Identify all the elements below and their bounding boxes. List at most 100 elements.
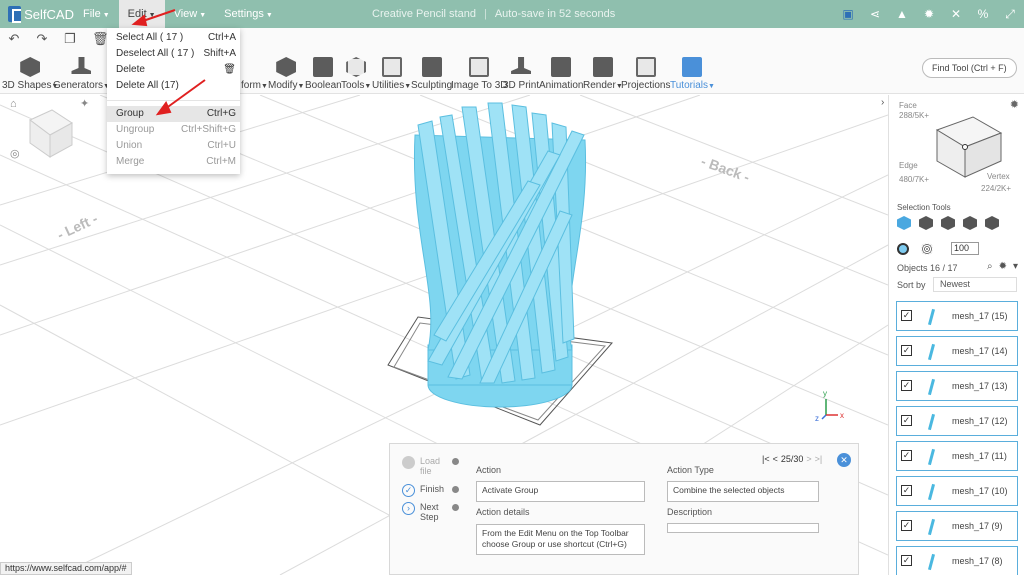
tool-animation[interactable]: Animation — [539, 50, 583, 94]
selection-mode-widget: Face 288/5K+ Edge 480/7K+ Vertex 224/2K+… — [881, 95, 1024, 207]
object-thumbnail — [927, 413, 936, 431]
tool-utilities[interactable]: Utilities▼ — [372, 50, 411, 94]
checkbox[interactable]: ✓ — [901, 450, 912, 461]
checkbox[interactable]: ✓ — [901, 485, 912, 496]
sort-select[interactable]: Newest — [933, 277, 1017, 292]
brush-size-input[interactable]: 100 — [951, 242, 979, 255]
info-icon[interactable] — [452, 486, 459, 493]
list-item[interactable]: ✓ mesh_17 (8) — [896, 546, 1018, 575]
list-item[interactable]: ✓ mesh_17 (14) — [896, 336, 1018, 366]
save-icon[interactable]: ▣ — [842, 7, 854, 21]
object-thumbnail — [927, 378, 936, 396]
select-edge-icon[interactable] — [941, 216, 955, 230]
axis-gizmo: y x z — [815, 389, 844, 423]
app-logo[interactable]: SelfCAD — [0, 6, 74, 23]
tool-projections[interactable]: Projections — [621, 50, 670, 94]
tool-tutorials[interactable]: Tutorials▼ — [670, 50, 715, 94]
search-icon[interactable]: ⌕ — [987, 261, 993, 272]
menu-item-group[interactable]: Group Ctrl+G — [107, 106, 240, 122]
selection-cube-icon[interactable] — [889, 95, 1024, 207]
chevron-down-icon[interactable]: ▾ — [1013, 261, 1018, 272]
bell-icon[interactable]: ▲ — [896, 7, 908, 21]
list-item[interactable]: ✓ mesh_17 (13) — [896, 371, 1018, 401]
object-thumbnail — [927, 308, 936, 326]
menu-view[interactable]: View ▼ — [165, 0, 216, 28]
menu-item-ungroup[interactable]: Ungroup Ctrl+Shift+G — [107, 122, 240, 138]
tool-3d-print[interactable]: 3D Print — [503, 50, 539, 94]
nav-cube[interactable] — [29, 109, 73, 158]
tool-render[interactable]: Render▼ — [583, 50, 623, 94]
tool-generators[interactable]: Generators▼ — [53, 50, 110, 94]
select-object-icon[interactable] — [897, 216, 911, 230]
checkbox[interactable]: ✓ — [901, 520, 912, 531]
share-icon[interactable]: ⋖ — [869, 7, 881, 21]
tool-3d-shapes[interactable]: 3D Shapes▼ — [2, 50, 58, 94]
info-icon[interactable] — [452, 458, 459, 465]
menu-item-delete[interactable]: Delete 🗑 — [107, 62, 240, 78]
list-item[interactable]: ✓ mesh_17 (10) — [896, 476, 1018, 506]
menu-settings[interactable]: Settings ▼ — [215, 0, 282, 28]
menu-item-deselect-all[interactable]: Deselect All ( 17 ) Shift+A — [107, 46, 240, 62]
select-face-icon[interactable] — [919, 216, 933, 230]
percent-icon[interactable]: % — [977, 7, 989, 21]
list-item[interactable]: ✓ mesh_17 (9) — [896, 511, 1018, 541]
close-tutorial-button[interactable]: ✕ — [837, 453, 851, 467]
brush-dots-icon[interactable] — [921, 242, 933, 255]
tool-modify[interactable]: Modify▼ — [268, 50, 304, 94]
tool-transform[interactable]: form▼ — [241, 50, 268, 94]
checkbox[interactable]: ✓ — [901, 555, 912, 566]
checkbox[interactable]: ✓ — [901, 345, 912, 356]
description-field — [667, 523, 819, 533]
brush-circle-icon[interactable] — [897, 242, 909, 255]
close-icon[interactable]: ✕ — [950, 7, 962, 21]
tool-boolean[interactable]: Boolean — [305, 50, 342, 94]
menu-item-merge[interactable]: Merge Ctrl+M — [107, 154, 240, 170]
project-title[interactable]: Creative Pencil stand — [372, 8, 476, 20]
menu-edit[interactable]: Edit ▼ — [118, 0, 165, 28]
info-icon[interactable] — [452, 504, 459, 511]
step-load-file[interactable]: Load file — [402, 456, 459, 476]
menu-file[interactable]: File ▼ — [74, 0, 119, 28]
menu-item-delete-all[interactable]: Delete All (17) — [107, 78, 240, 94]
tool-sculpting[interactable]: Sculpting — [411, 50, 452, 94]
tool-tools[interactable]: Tools▼ — [341, 50, 371, 94]
chevron-right-icon: › — [402, 502, 415, 515]
first-page-icon[interactable]: |< — [762, 454, 770, 464]
list-item[interactable]: ✓ mesh_17 (11) — [896, 441, 1018, 471]
gear-icon[interactable]: ✹ — [923, 7, 935, 21]
undo-icon[interactable]: ↶ — [8, 31, 20, 47]
settings-icon[interactable]: ✹ — [1010, 98, 1019, 111]
find-tool-input[interactable]: Find Tool (Ctrl + F) — [922, 58, 1017, 78]
menu-divider — [107, 100, 240, 101]
menu-item-union[interactable]: Union Ctrl+U — [107, 138, 240, 154]
tool-image-to-3d[interactable]: Image To 3D — [451, 50, 508, 94]
home-icon[interactable]: ⌂ — [10, 98, 17, 110]
checkbox[interactable]: ✓ — [901, 310, 912, 321]
last-page-icon[interactable]: >| — [815, 454, 823, 464]
list-item[interactable]: ✓ mesh_17 (15) — [896, 301, 1018, 331]
prev-page-icon[interactable]: < — [773, 454, 778, 464]
brush-row: 100 — [897, 242, 979, 255]
trash-icon[interactable]: 🗑 — [92, 31, 109, 47]
step-finish[interactable]: ✓ Finish — [402, 484, 459, 497]
next-page-icon[interactable]: > — [806, 454, 811, 464]
select-region-icon[interactable] — [985, 216, 999, 230]
list-item[interactable]: ✓ mesh_17 (12) — [896, 406, 1018, 436]
gear-icon[interactable]: ✹ — [999, 261, 1007, 272]
redo-icon[interactable]: ↷ — [36, 31, 48, 47]
top-icons: ▣ ⋖ ▲ ✹ ✕ % ⤢ — [842, 0, 1016, 28]
select-vertex-icon[interactable] — [963, 216, 977, 230]
expand-icon[interactable]: ⤢ — [1004, 7, 1016, 22]
action-details-field: From the Edit Menu on the Top Toolbar ch… — [476, 524, 645, 555]
light-icon[interactable]: ✦ — [80, 98, 89, 110]
compass-icon[interactable]: ◎ — [10, 148, 20, 160]
collapse-panel-icon[interactable]: › — [881, 97, 884, 108]
pencil-stand-model[interactable] — [413, 102, 587, 408]
step-next[interactable]: › Next Step — [402, 502, 459, 522]
menu-item-select-all[interactable]: Select All ( 17 ) Ctrl+A — [107, 30, 240, 46]
generator-icon — [71, 57, 92, 74]
checkbox[interactable]: ✓ — [901, 415, 912, 426]
copy-icon[interactable]: ❐ — [64, 31, 76, 47]
checkbox[interactable]: ✓ — [901, 380, 912, 391]
tutorial-pager: |< < 25/30 > >| — [762, 454, 822, 464]
